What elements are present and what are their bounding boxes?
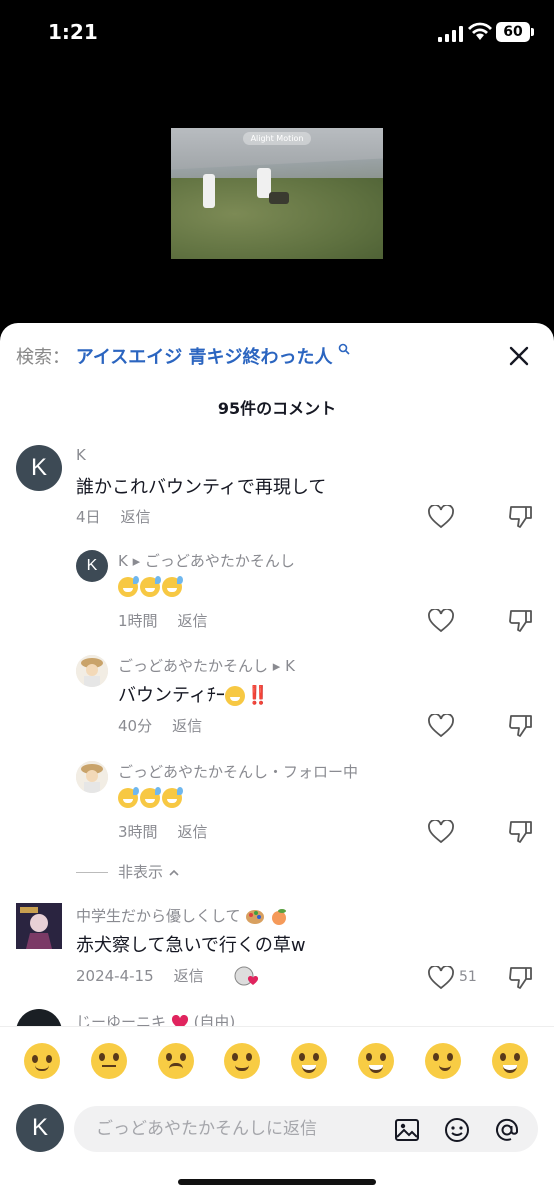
- emoji-icon[interactable]: [444, 1117, 470, 1143]
- close-icon[interactable]: [506, 343, 532, 369]
- thumbs-down-icon[interactable]: [508, 503, 534, 529]
- status-time: 1:21: [48, 20, 98, 44]
- image-icon[interactable]: [394, 1117, 420, 1143]
- wifi-icon: [468, 22, 492, 40]
- reply-button[interactable]: 返信: [172, 717, 202, 735]
- sweat-smile-icon: [162, 576, 183, 597]
- reply-button[interactable]: 返信: [178, 612, 208, 630]
- avatar[interactable]: K: [16, 445, 62, 491]
- comment-time: 40分: [118, 717, 153, 735]
- sweat-smile-icon: [140, 787, 161, 808]
- reply-item: ごっどあやたかそんし ▸ K バウンティﾁｰ ‼️ 40分 返信: [0, 653, 554, 753]
- battery-indicator: 60: [496, 22, 534, 42]
- search-suggestion[interactable]: 検索： アイスエイジ 青キジ終わった人: [16, 343, 350, 369]
- comment-time: 4日: [76, 508, 101, 526]
- sweat-smile-icon[interactable]: [492, 1043, 528, 1079]
- comment-count: 95件のコメント: [217, 399, 337, 418]
- avatar[interactable]: [16, 903, 62, 949]
- my-avatar[interactable]: K: [16, 1104, 64, 1152]
- palette-icon: [246, 909, 265, 924]
- comment-text-row: バウンティﾁｰ ‼️: [118, 681, 269, 707]
- thumbs-down-icon[interactable]: [508, 964, 534, 990]
- comment-meta: 40分 返信: [118, 715, 202, 736]
- peach-icon: [272, 908, 287, 925]
- pleading-face-icon[interactable]: [24, 1043, 60, 1079]
- comment-username[interactable]: K ▸ ごっどあやたかそんし: [118, 550, 295, 571]
- search-label: 検索：: [16, 347, 70, 368]
- avatar[interactable]: [76, 655, 108, 687]
- avatar[interactable]: K: [76, 550, 108, 582]
- avatar-image: [76, 761, 108, 793]
- video-player[interactable]: Alight Motion: [171, 128, 383, 259]
- reply-button[interactable]: 返信: [178, 823, 208, 841]
- grinning-face-icon[interactable]: [291, 1043, 327, 1079]
- thumbs-down-icon[interactable]: [508, 818, 534, 844]
- comment-text: 赤犬察して急いで行くの草w: [76, 935, 306, 956]
- comment-username[interactable]: K: [76, 446, 86, 464]
- avatar-image: [76, 655, 108, 687]
- comment-time: 2024-4-15: [76, 967, 154, 985]
- heart-icon[interactable]: [428, 820, 454, 844]
- comment-username[interactable]: ごっどあやたかそんし・フォロー中: [118, 761, 358, 782]
- comment-text: 誰かこれバウンティで再現して: [76, 477, 327, 498]
- smiling-face-with-hearts-icon[interactable]: [224, 1043, 260, 1079]
- video-watermark: Alight Motion: [243, 132, 311, 145]
- video-figure: [203, 174, 215, 208]
- reply-button[interactable]: 返信: [174, 967, 204, 985]
- hide-replies-button[interactable]: 非表示: [76, 861, 180, 882]
- username-text: 中学生だから優しくして: [76, 907, 241, 925]
- comment-meta: 4日 返信: [76, 506, 151, 527]
- mention-icon[interactable]: [494, 1117, 520, 1143]
- reply-item: K K ▸ ごっどあやたかそんし 1時間 返信: [0, 548, 554, 648]
- hide-replies-label: 非表示: [118, 863, 164, 881]
- comment-text: [118, 787, 184, 808]
- nerd-face-icon: [224, 686, 245, 706]
- sweat-smile-icon: [118, 787, 139, 808]
- home-indicator: [178, 1179, 376, 1185]
- comment-time: 1時間: [118, 612, 158, 630]
- heart-icon[interactable]: [428, 505, 454, 529]
- comment-text: [118, 576, 184, 597]
- search-query-link[interactable]: アイスエイジ 青キジ終わった人: [76, 347, 333, 368]
- comment-text: バウンティﾁｰ: [118, 685, 225, 706]
- sweat-smile-icon: [140, 576, 161, 597]
- heart-icon[interactable]: [428, 714, 454, 738]
- search-icon: [338, 343, 350, 355]
- comment-username[interactable]: 中学生だから優しくして: [76, 905, 288, 926]
- reply-button[interactable]: 返信: [121, 508, 151, 526]
- comment-username[interactable]: ごっどあやたかそんし ▸ K: [118, 655, 295, 676]
- reply-input-container: [74, 1106, 538, 1152]
- sweat-smile-icon: [118, 576, 139, 597]
- heart-icon[interactable]: [428, 966, 454, 990]
- signal-icon: [438, 26, 463, 42]
- comment-meta: 1時間 返信: [118, 610, 208, 631]
- comment-item: K K 誰かこれバウンティで再現して 4日 返信: [0, 443, 554, 543]
- heart-icon[interactable]: [428, 609, 454, 633]
- thumbs-down-icon[interactable]: [508, 712, 534, 738]
- chevron-up-icon: [169, 869, 179, 876]
- comment-meta: 2024-4-15 返信: [76, 965, 204, 986]
- reply-item: ごっどあやたかそんし・フォロー中 3時間 返信: [0, 759, 554, 859]
- reply-input[interactable]: [96, 1106, 386, 1152]
- avatar[interactable]: [76, 761, 108, 793]
- emoji-quick-bar: [0, 1026, 554, 1098]
- status-bar: 1:21 60: [0, 0, 554, 70]
- thumbs-down-icon[interactable]: [508, 607, 534, 633]
- like-count: 51: [459, 969, 477, 985]
- comment-time: 3時間: [118, 823, 158, 841]
- flushed-face-icon[interactable]: [91, 1043, 127, 1079]
- sweat-smile-icon: [162, 787, 183, 808]
- creator-liked-icon: [234, 966, 259, 986]
- double-exclamation: ‼️: [246, 685, 270, 706]
- smirking-face-icon[interactable]: [425, 1043, 461, 1079]
- comment-item: 中学生だから優しくして 赤犬察して急いで行くの草w 2024-4-15 返信 51: [0, 901, 554, 1001]
- comment-meta: 3時間 返信: [118, 821, 208, 842]
- tears-of-joy-icon[interactable]: [358, 1043, 394, 1079]
- avatar-image: [16, 903, 62, 949]
- video-figure: [269, 192, 289, 204]
- divider: [76, 872, 108, 873]
- comment-sheet: 検索： アイスエイジ 青キジ終わった人 95件のコメント K K 誰かこれバウン…: [0, 323, 554, 1199]
- reply-input-row: K: [0, 1098, 554, 1199]
- crying-face-icon[interactable]: [158, 1043, 194, 1079]
